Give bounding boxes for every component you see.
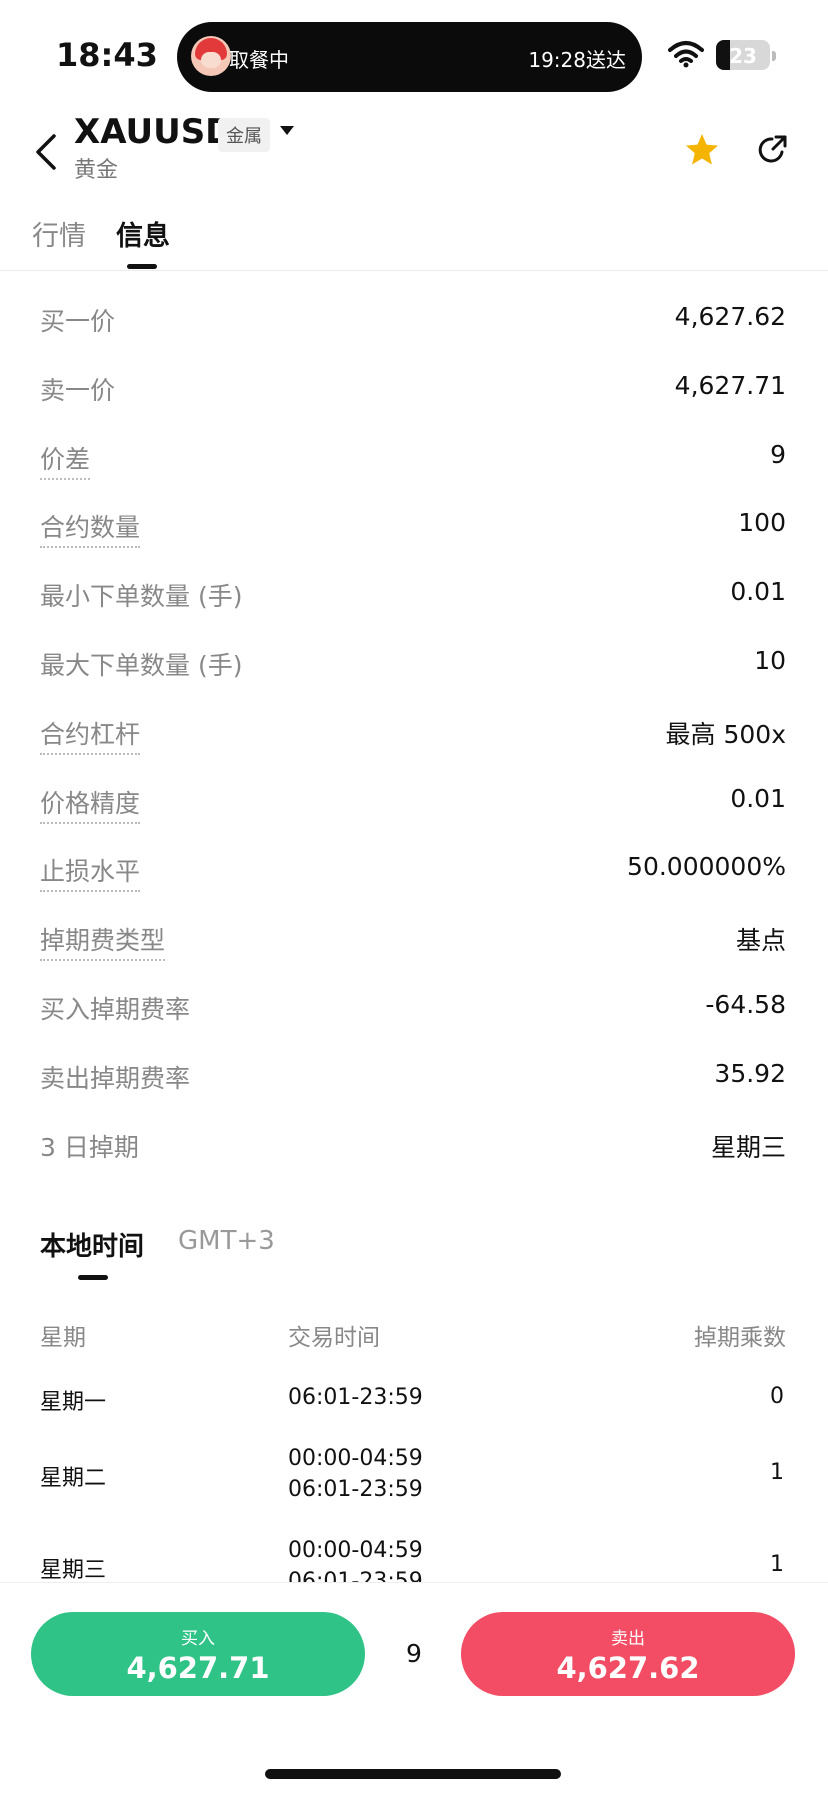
- info-row: 价差 9: [0, 428, 828, 497]
- tab-info[interactable]: 信息: [116, 214, 170, 253]
- info-value: 100: [738, 508, 786, 538]
- battery-level: 23: [729, 44, 757, 68]
- activity-eta: 19:28送达: [528, 48, 626, 72]
- info-label: 卖一价: [40, 375, 116, 405]
- info-label-tooltip[interactable]: 掉期费类型: [40, 921, 166, 962]
- buy-button[interactable]: 买入 4,627.71: [31, 1612, 365, 1696]
- tabs-divider: [0, 270, 828, 271]
- info-row: 合约杠杆 最高 500x: [0, 703, 828, 772]
- info-row: 最大下单数量 (手) 10: [0, 634, 828, 703]
- time-tab-active-indicator: [78, 1275, 108, 1280]
- caret-down-icon[interactable]: [280, 126, 294, 136]
- sell-label: 卖出: [611, 1629, 645, 1649]
- home-indicator[interactable]: [265, 1769, 561, 1779]
- info-row: 3 日掉期 星期三: [0, 1116, 828, 1185]
- info-value: -64.58: [705, 989, 786, 1019]
- info-value: 35.92: [714, 1058, 786, 1088]
- delivery-rider-icon: [191, 36, 231, 76]
- sell-price: 4,627.62: [556, 1651, 700, 1685]
- info-value: 最高 500x: [665, 719, 786, 749]
- schedule-multiplier: 0: [770, 1384, 784, 1409]
- schedule-day: 星期三: [40, 1558, 107, 1583]
- column-header-day: 星期: [40, 1325, 86, 1351]
- info-row: 合约数量 100: [0, 496, 828, 565]
- symbol-title[interactable]: XAUUSD: [74, 112, 233, 152]
- share-icon[interactable]: [756, 134, 788, 166]
- schedule-time: 00:00-04:59: [288, 1538, 423, 1563]
- schedule-multiplier: 1: [770, 1460, 784, 1485]
- status-time: 18:43: [56, 36, 158, 74]
- info-value: 4,627.71: [674, 370, 786, 400]
- schedule-time: 00:00-04:59: [288, 1446, 423, 1471]
- buy-label: 买入: [181, 1629, 215, 1649]
- back-icon[interactable]: [32, 132, 62, 172]
- schedule-day: 星期一: [40, 1390, 107, 1415]
- trade-bar: 买入 4,627.71 9 卖出 4,627.62: [0, 1582, 828, 1795]
- info-label-tooltip[interactable]: 价差: [40, 440, 91, 480]
- symbol-subtitle: 黄金: [74, 158, 119, 183]
- battery-cap: [772, 51, 776, 61]
- info-value: 星期三: [710, 1132, 786, 1162]
- category-badge[interactable]: 金属: [218, 118, 270, 152]
- column-header-trading-time: 交易时间: [288, 1325, 380, 1351]
- tab-active-indicator: [127, 264, 157, 269]
- activity-status: 取餐中: [229, 48, 289, 72]
- status-bar: 18:43 取餐中 19:28送达 23: [0, 0, 828, 110]
- battery-icon: 23: [716, 40, 770, 70]
- info-label-tooltip[interactable]: 合约数量: [40, 508, 141, 549]
- info-row: 最小下单数量 (手) 0.01: [0, 565, 828, 634]
- favorite-star-icon[interactable]: [684, 132, 720, 168]
- info-label-tooltip[interactable]: 合约杠杆: [40, 715, 141, 755]
- info-label: 买入掉期费率: [40, 994, 191, 1024]
- column-header-swap-multiplier: 掉期乘数: [694, 1325, 786, 1351]
- info-row: 卖一价 4,627.71: [0, 359, 828, 428]
- schedule-time: 06:01-23:59: [288, 1477, 423, 1502]
- tab-quote[interactable]: 行情: [32, 214, 86, 253]
- info-value: 9: [770, 439, 786, 469]
- info-value: 4,627.62: [674, 302, 786, 331]
- info-label: 最大下单数量 (手): [40, 650, 243, 680]
- sell-button[interactable]: 卖出 4,627.62: [461, 1612, 795, 1696]
- info-list: 买一价 4,627.62 卖一价 4,627.71 价差 9 合约数量 100 …: [0, 290, 828, 1184]
- info-value: 10: [754, 645, 786, 675]
- tab-gmt[interactable]: GMT+3: [178, 1226, 275, 1256]
- info-value: 0.01: [730, 783, 786, 813]
- schedule-multiplier: 1: [770, 1552, 784, 1577]
- info-label-tooltip[interactable]: 价格精度: [40, 784, 141, 824]
- tab-local-time[interactable]: 本地时间: [40, 1226, 144, 1263]
- info-label: 最小下单数量 (手): [40, 582, 243, 612]
- info-value: 基点: [735, 926, 786, 956]
- info-label-tooltip[interactable]: 止损水平: [40, 852, 141, 893]
- schedule-time: 06:01-23:59: [288, 1385, 423, 1410]
- schedule-day: 星期二: [40, 1466, 107, 1491]
- info-row: 买一价 4,627.62: [0, 290, 828, 359]
- spread-value: 9: [406, 1639, 422, 1668]
- buy-price: 4,627.71: [126, 1651, 270, 1685]
- info-value: 50.000000%: [627, 852, 786, 882]
- info-row: 卖出掉期费率 35.92: [0, 1047, 828, 1116]
- info-row: 买入掉期费率 -64.58: [0, 978, 828, 1047]
- info-label: 3 日掉期: [40, 1132, 139, 1162]
- wifi-icon: [668, 41, 704, 68]
- info-row: 止损水平 50.000000%: [0, 840, 828, 909]
- live-activity-island[interactable]: 取餐中 19:28送达: [177, 22, 642, 92]
- info-row: 价格精度 0.01: [0, 772, 828, 841]
- info-label: 买一价: [40, 307, 116, 336]
- info-value: 0.01: [730, 577, 786, 607]
- info-label: 卖出掉期费率: [40, 1063, 191, 1093]
- info-row: 掉期费类型 基点: [0, 909, 828, 978]
